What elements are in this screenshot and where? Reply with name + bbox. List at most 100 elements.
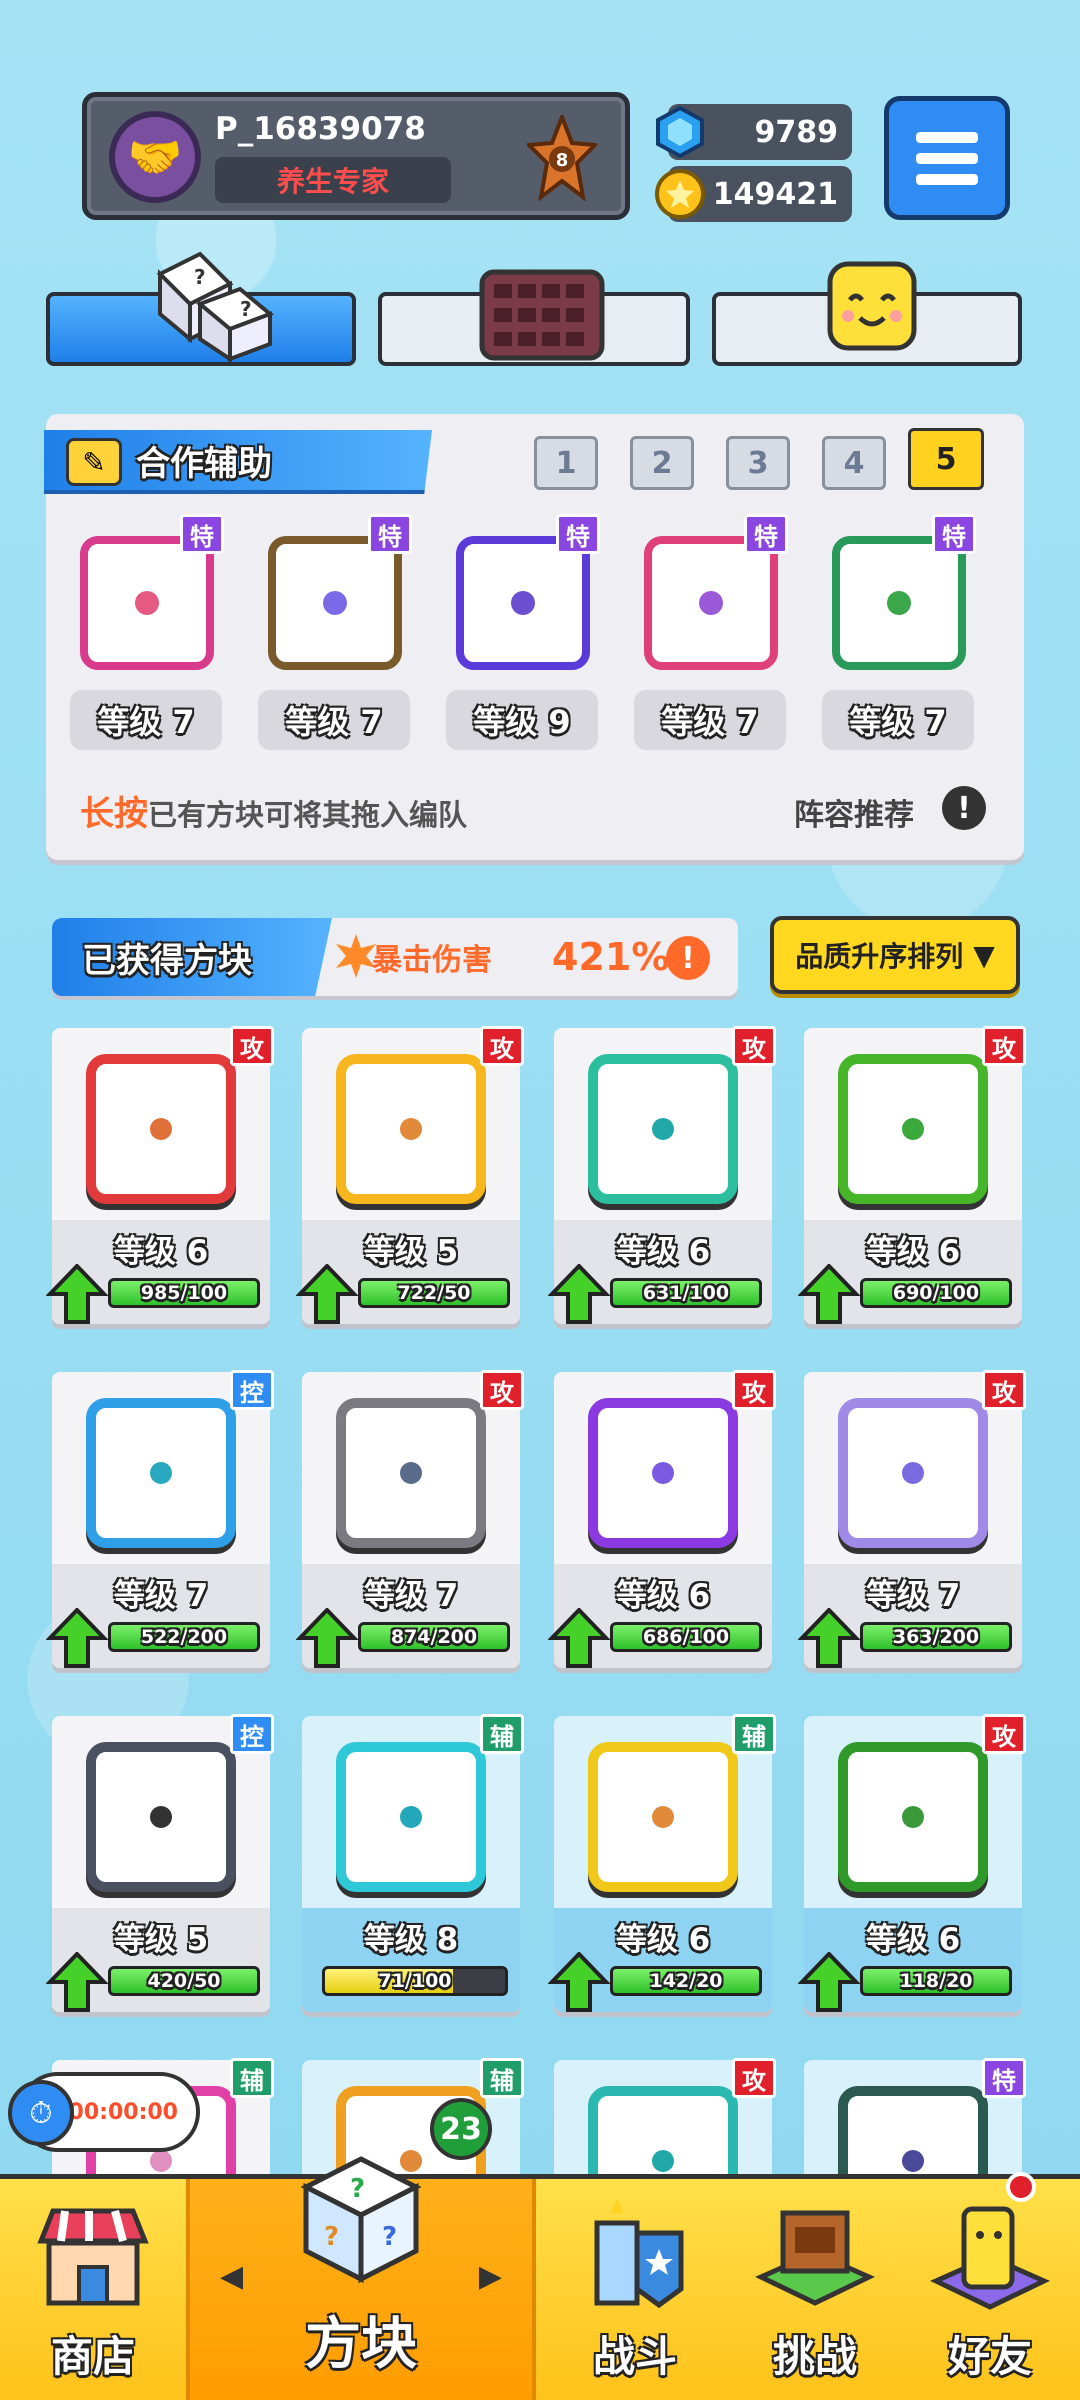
nav-challenge[interactable]: 挑战 — [730, 2179, 900, 2400]
player-profile-card[interactable]: 🤝 P_16839078 养生专家 8 — [82, 92, 630, 220]
upgrade-arrow-icon[interactable] — [798, 1264, 860, 1324]
owned-dice-title: 已获得方块 — [52, 918, 332, 996]
upgrade-progress-bar: 631/100 — [610, 1278, 762, 1308]
team-dice-frame — [832, 536, 966, 670]
menu-button[interactable] — [884, 96, 1010, 220]
type-badge: 特 — [368, 514, 412, 554]
coin-counter[interactable]: 149421 — [655, 166, 852, 222]
dice-card[interactable]: 控等级 7 522/200 — [46, 1370, 274, 1668]
type-badge: 攻 — [982, 1714, 1026, 1754]
dice-face — [86, 1054, 236, 1204]
team-slot-2[interactable]: 2 — [630, 436, 694, 490]
hint-bold: 长按 — [80, 794, 148, 834]
upgrade-arrow-icon[interactable] — [548, 1952, 610, 2012]
team-member-card[interactable]: 特 — [260, 514, 412, 670]
tab-emote[interactable] — [712, 261, 1022, 366]
dice-card[interactable]: 攻等级 7 874/200 — [296, 1370, 524, 1668]
dice-tab-icon: ?? — [156, 251, 274, 363]
lineup-recommend-link[interactable]: 阵容推荐 — [794, 790, 914, 834]
crit-info-icon[interactable]: ! — [666, 936, 710, 980]
team-member-card[interactable]: 特 — [72, 514, 224, 670]
dice-pip — [902, 1118, 924, 1140]
dice-pip — [150, 2150, 172, 2172]
type-badge: 控 — [230, 1370, 274, 1410]
dice-card[interactable]: 控等级 5 420/50 — [46, 1714, 274, 2012]
sort-dropdown[interactable]: 品质升序排列 ▼ — [770, 916, 1020, 994]
avatar[interactable]: 🤝 — [109, 111, 201, 203]
team-member-card[interactable]: 特 — [448, 514, 600, 670]
team-slot-5-active[interactable]: 5 — [908, 428, 984, 490]
upgrade-arrow-icon[interactable] — [46, 1952, 108, 2012]
team-dice-frame — [268, 536, 402, 670]
upgrade-arrow-icon[interactable] — [548, 1608, 610, 1668]
info-icon[interactable]: ! — [942, 786, 986, 830]
dice-face — [336, 1742, 486, 1892]
dice-card[interactable]: 辅等级 6 142/20 — [548, 1714, 776, 2012]
upgrade-arrow-icon[interactable] — [296, 1264, 358, 1324]
type-badge: 辅 — [230, 2058, 274, 2098]
crit-damage-label: 暴击伤害 — [372, 943, 492, 978]
upgrade-arrow-icon[interactable] — [46, 1264, 108, 1324]
player-name: P_16839078 — [215, 111, 426, 147]
chevron-right-icon[interactable]: ▶ — [479, 2259, 502, 2294]
smiley-tab-icon — [827, 261, 917, 351]
team-member-card[interactable]: 特 — [636, 514, 788, 670]
dice-card[interactable]: 辅等级 8 71/100 — [302, 1714, 524, 2012]
tab-board[interactable] — [378, 269, 690, 366]
team-slot-1[interactable]: 1 — [534, 436, 598, 490]
progress-text: 118/20 — [899, 1970, 973, 1992]
upgrade-arrow-icon[interactable] — [798, 1608, 860, 1668]
team-slot-4[interactable]: 4 — [822, 436, 886, 490]
dice-pip — [150, 1462, 172, 1484]
stopwatch-icon: ⏱ — [8, 2080, 74, 2146]
upgrade-arrow-icon[interactable] — [548, 1264, 610, 1324]
gem-counter[interactable]: 9789 — [656, 104, 852, 160]
tab-dice[interactable]: ?? — [46, 251, 356, 366]
svg-text:?: ? — [350, 2174, 365, 2204]
progress-text: 690/100 — [892, 1282, 980, 1304]
upgrade-arrow-icon[interactable] — [46, 1608, 108, 1668]
svg-text:?: ? — [240, 297, 252, 321]
upgrade-arrow-icon[interactable] — [798, 1952, 860, 2012]
hint-text: 已有方块可将其拖入编队 — [148, 798, 468, 832]
friends-character-icon — [928, 2193, 1052, 2317]
dice-card[interactable]: 攻等级 6 118/20 — [798, 1714, 1026, 2012]
type-badge: 攻 — [732, 1026, 776, 1066]
nav-battle[interactable]: 战斗 — [540, 2179, 730, 2400]
upgrade-arrow-icon[interactable] — [296, 1608, 358, 1668]
dice-card[interactable]: 攻等级 6 985/100 — [46, 1026, 274, 1324]
dice-pip — [400, 1462, 422, 1484]
dice-card[interactable]: 攻等级 6 686/100 — [548, 1370, 776, 1668]
progress-text: 363/200 — [892, 1626, 980, 1648]
team-slot-3[interactable]: 3 — [726, 436, 790, 490]
sort-label: 品质升序排列 — [795, 940, 964, 973]
rank-star-icon[interactable]: 8 — [524, 111, 600, 202]
nav-dice-active[interactable]: ??? 方块 ◀ ▶ — [186, 2156, 536, 2400]
coin-amount: 149421 — [712, 176, 838, 212]
dice-face — [588, 1398, 738, 1548]
progress-text: 722/50 — [397, 1282, 471, 1304]
dice-card[interactable]: 攻等级 5 722/50 — [296, 1026, 524, 1324]
team-member-level: 等级 7 — [634, 690, 786, 750]
nav-friends[interactable]: 好友 — [900, 2179, 1080, 2400]
type-badge: 特 — [932, 514, 976, 554]
dice-card[interactable]: 攻等级 7 363/200 — [798, 1370, 1026, 1668]
team-member-card[interactable]: 特 — [824, 514, 976, 670]
dice-box-icon: ??? — [286, 2149, 436, 2299]
dice-pip — [150, 1806, 172, 1828]
chevron-left-icon[interactable]: ◀ — [220, 2259, 243, 2294]
dice-pip — [652, 1806, 674, 1828]
type-badge: 攻 — [982, 1370, 1026, 1410]
dice-level: 等级 8 — [363, 1922, 459, 1958]
upgrade-progress-bar: 420/50 — [108, 1966, 260, 1996]
dice-card[interactable]: 攻等级 6 690/100 — [798, 1026, 1026, 1324]
dice-face — [86, 1398, 236, 1548]
type-badge: 辅 — [732, 1714, 776, 1754]
dice-pip — [400, 1118, 422, 1140]
upgrade-progress-bar: 690/100 — [860, 1278, 1012, 1308]
type-badge: 攻 — [480, 1026, 524, 1066]
dice-pip — [652, 2150, 674, 2172]
dice-card[interactable]: 攻等级 6 631/100 — [548, 1026, 776, 1324]
edit-pencil-icon[interactable]: ✎ — [66, 438, 122, 486]
nav-shop[interactable]: 商店 — [0, 2179, 186, 2400]
